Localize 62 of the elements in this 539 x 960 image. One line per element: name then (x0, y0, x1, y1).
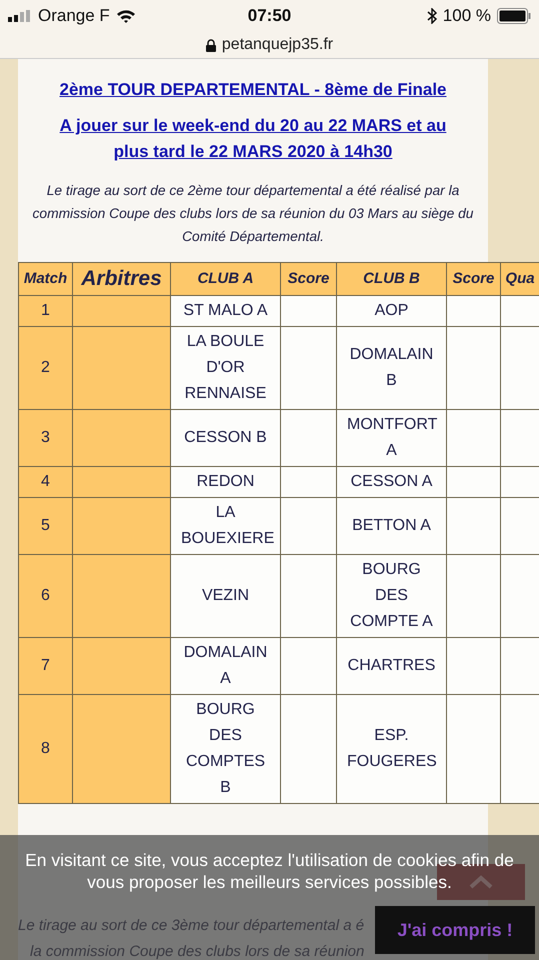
club-a-cell: REDON (170, 466, 280, 498)
lock-icon (206, 38, 216, 52)
club-a-cell: DOMALAIN A (170, 638, 280, 694)
table-cell (500, 498, 539, 554)
clock-time: 07:50 (248, 6, 292, 26)
page-url[interactable]: petanquejp35.fr (222, 36, 334, 54)
bluetooth-icon (426, 8, 437, 24)
score-cell (446, 296, 500, 326)
club-a-cell: VEZIN (170, 554, 280, 638)
club-a-cell: LA BOULE D'OR RENNAISE (170, 326, 280, 410)
match-number-cell: 5 (18, 498, 72, 554)
column-header: CLUB A (170, 262, 280, 296)
club-a-cell: BOURG DES COMPTES B (170, 694, 280, 804)
match-number-cell: 7 (18, 638, 72, 694)
battery-icon (496, 8, 531, 24)
club-a-cell: ST MALO A (170, 296, 280, 326)
signal-icon (8, 10, 32, 22)
column-header: Score (280, 262, 336, 296)
club-b-cell: AOP (336, 296, 446, 326)
club-b-cell: MONTFORT A (336, 410, 446, 466)
wifi-icon (116, 9, 136, 23)
table-cell (500, 638, 539, 694)
table-cell (500, 466, 539, 498)
match-number-cell: 2 (18, 326, 72, 410)
score-cell (446, 410, 500, 466)
battery-percent: 100 % (442, 6, 491, 26)
score-cell (280, 296, 336, 326)
accept-cookies-button[interactable]: J'ai compris ! (375, 906, 535, 954)
club-b-cell: ESP. FOUGERES (336, 694, 446, 804)
score-cell (280, 498, 336, 554)
score-cell (280, 638, 336, 694)
match-number-cell: 3 (18, 410, 72, 466)
cookie-message: En visitant ce site, vous acceptez l'utilisation de cookies afin de vous proposer les meilleurs services possibles. (24, 849, 515, 893)
carrier-name: Orange F (38, 6, 110, 26)
column-header: Qua (500, 262, 539, 296)
match-number-cell: 6 (18, 554, 72, 638)
club-b-cell: CHARTRES (336, 638, 446, 694)
club-a-cell: CESSON B (170, 410, 280, 466)
intro-line: la commission Coupe des clubs lors de sa réunion (30, 942, 364, 960)
match-number-cell: 8 (18, 694, 72, 804)
club-a-cell: LA BOUEXIERE (170, 498, 280, 554)
club-b-cell: CESSON A (336, 466, 446, 498)
column-header: Match (18, 262, 72, 296)
section-title-link[interactable]: 2ème TOUR DEPARTEMENTAL - 8ème de Finale (18, 77, 488, 103)
section-subtitle-link[interactable]: A jouer sur le week-end du 20 au 22 MARS et au plus tard le 22 MARS 2020 à 14h30 (18, 113, 488, 165)
column-header: Arbitres (72, 262, 170, 296)
table-cell (500, 296, 539, 326)
club-b-cell: BOURG DES COMPTE A (336, 554, 446, 638)
intro-paragraph: Le tirage au sort de ce 2ème tour départemental a été réalisé par la commission Coupe des clubs lors de sa réunion du 03 Mars au siège du Comité Départemental. (32, 182, 474, 246)
intro-line: Le tirage au sort de ce 3ème tour départemental a é (18, 916, 364, 936)
column-header: Score (446, 262, 500, 296)
score-cell (446, 466, 500, 498)
score-cell (446, 638, 500, 694)
column-header: CLUB B (336, 262, 446, 296)
club-b-cell: DOMALAIN B (336, 326, 446, 410)
table-cell (500, 410, 539, 466)
match-number-cell: 1 (18, 296, 72, 326)
match-number-cell: 4 (18, 466, 72, 498)
score-cell (446, 498, 500, 554)
club-b-cell: BETTON A (336, 498, 446, 554)
score-cell (280, 466, 336, 498)
score-cell (280, 410, 336, 466)
